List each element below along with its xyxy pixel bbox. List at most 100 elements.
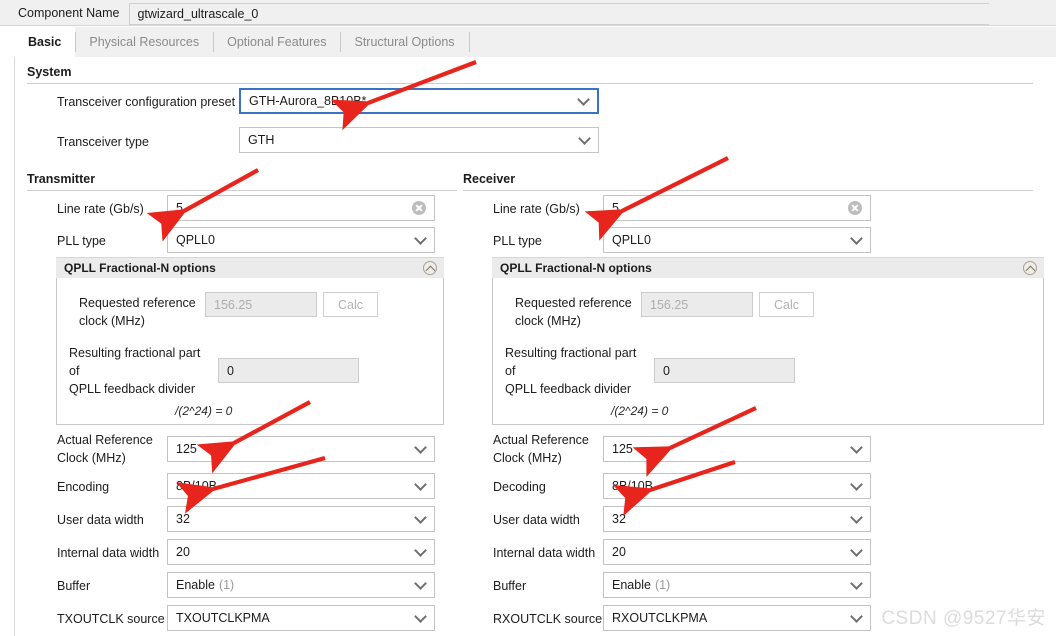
chevron-down-icon [850,544,863,557]
label-rx-frac-line3: QPLL feedback divider [505,382,632,396]
tx-encoding-combo[interactable]: 8B/10B [167,473,435,499]
rx-pll-type-value: QPLL0 [612,233,651,247]
section-header-receiver: Receiver [463,172,516,186]
rx-frac-part-input[interactable]: 0 [654,358,795,383]
label-rx-frac-line1: Resulting fractional part [505,346,637,360]
chevron-down-icon [414,232,427,245]
chevron-down-icon [414,511,427,524]
rx-buffer-value: Enable [612,578,651,592]
tx-pll-type-combo[interactable]: QPLL0 [167,227,435,253]
label-tx-actual-ref-clock-line2: Clock (MHz) [57,451,126,465]
component-name-bar: Component Name gtwizard_ultrascale_0 [0,0,1056,25]
tx-frac-part-input[interactable]: 0 [218,358,359,383]
tx-buffer-value: Enable [176,578,215,592]
label-transceiver-type: Transceiver type [57,135,149,149]
label-rx-pll-type: PLL type [493,234,542,248]
tx-qpll-panel-header: QPLL Fractional-N options [56,257,444,278]
label-rx-buffer: Buffer [493,579,527,593]
rx-qpll-fractional-n-panel: QPLL Fractional-N options Requested refe… [492,257,1044,425]
tx-user-data-width-combo[interactable]: 32 [167,506,435,532]
label-rx-requested-ref-clock-line2: clock (MHz) [515,314,581,328]
label-rx-decoding: Decoding [493,480,546,494]
rx-internal-data-width-combo[interactable]: 20 [603,539,871,565]
rx-user-data-width-value: 32 [612,512,626,526]
tab-basic[interactable]: Basic [14,27,76,57]
rx-qpll-panel-body: Requested reference clock (MHz) 156.25 C… [492,278,1044,425]
rx-requested-ref-clock-input[interactable]: 156.25 [641,292,753,317]
tx-requested-ref-clock-placeholder: 156.25 [214,297,253,312]
label-tx-buffer: Buffer [57,579,91,593]
rx-actual-ref-clock-combo[interactable]: 125 [603,436,871,462]
tx-line-rate-input[interactable]: 5 [167,195,435,221]
section-header-system: System [27,65,72,79]
tx-outclk-source-combo[interactable]: TXOUTCLKPMA [167,605,435,631]
section-rule-receiver [463,190,1033,191]
label-rx-requested-ref-clock-line1: Requested reference [515,296,632,310]
label-tx-pll-type: PLL type [57,234,106,248]
label-rx-line-rate: Line rate (Gb/s) [493,202,580,216]
basic-tab-content: System Transceiver configuration preset … [14,57,1056,636]
tx-internal-data-width-combo[interactable]: 20 [167,539,435,565]
chevron-down-icon [578,132,591,145]
label-transceiver-preset: Transceiver configuration preset [57,95,236,109]
chevron-down-icon [850,478,863,491]
component-name-input[interactable]: gtwizard_ultrascale_0 [129,2,990,25]
tab-strip: Basic Physical Resources Optional Featur… [14,27,1056,57]
chevron-down-icon [414,441,427,454]
label-rx-outclk-source: RXOUTCLK source [493,612,603,626]
rx-buffer-combo[interactable]: Enable (1) [603,572,871,598]
tx-frac-note: /(2^24) = 0 [175,404,233,418]
tx-actual-ref-clock-combo[interactable]: 125 [167,436,435,462]
chevron-down-icon [850,441,863,454]
chevron-down-icon [414,577,427,590]
rx-pll-type-combo[interactable]: QPLL0 [603,227,871,253]
chevron-down-icon [850,232,863,245]
tx-qpll-fractional-n-panel: QPLL Fractional-N options Requested refe… [56,257,444,425]
label-tx-encoding: Encoding [57,480,110,494]
section-rule-system [27,83,1033,84]
transceiver-preset-combo[interactable]: GTH-Aurora_8B10B* [239,88,599,114]
rx-decoding-combo[interactable]: 8B/10B [603,473,871,499]
chevron-down-icon [577,93,590,106]
rx-calc-button[interactable]: Calc [759,292,814,317]
tab-physical-resources[interactable]: Physical Resources [75,27,214,57]
label-tx-requested-ref-clock-line1: Requested reference [79,296,196,310]
tab-strip-filler [469,27,1056,57]
tx-frac-part-value: 0 [227,363,234,378]
clear-icon[interactable] [412,201,426,215]
label-tx-frac-line1: Resulting fractional part [69,346,201,360]
transceiver-type-combo[interactable]: GTH [239,127,599,153]
label-tx-outclk-source: TXOUTCLK source [57,612,165,626]
section-rule-transmitter [27,190,457,191]
tx-actual-ref-clock-value: 125 [176,442,197,456]
clear-icon[interactable] [848,201,862,215]
section-header-transmitter: Transmitter [27,172,96,186]
tx-requested-ref-clock-input[interactable]: 156.25 [205,292,317,317]
tab-optional-features[interactable]: Optional Features [213,27,341,57]
collapse-icon[interactable] [423,261,437,275]
component-name-label: Component Name [18,5,120,20]
rx-qpll-panel-header: QPLL Fractional-N options [492,257,1044,278]
rx-outclk-source-combo[interactable]: RXOUTCLKPMA [603,605,871,631]
tx-internal-data-width-value: 20 [176,545,190,559]
label-tx-actual-ref-clock-line1: Actual Reference [57,433,153,447]
transceiver-type-value: GTH [248,133,275,147]
rx-frac-note: /(2^24) = 0 [611,404,669,418]
tx-qpll-panel-body: Requested reference clock (MHz) 156.25 C… [56,278,444,425]
tx-buffer-combo[interactable]: Enable (1) [167,572,435,598]
label-tx-user-data-width: User data width [57,513,144,527]
label-rx-actual-ref-clock-line1: Actual Reference [493,433,589,447]
label-rx-frac-line2: of [505,364,516,378]
label-tx-requested-ref-clock-line2: clock (MHz) [79,314,145,328]
label-rx-internal-data-width: Internal data width [493,546,596,560]
rx-qpll-panel-title: QPLL Fractional-N options [500,261,652,275]
rx-line-rate-input[interactable]: 5 [603,195,871,221]
chevron-down-icon [414,544,427,557]
tx-buffer-value-suffix: (1) [218,578,235,592]
tab-structural-options[interactable]: Structural Options [340,27,469,57]
rx-user-data-width-combo[interactable]: 32 [603,506,871,532]
rx-actual-ref-clock-value: 125 [612,442,633,456]
tx-calc-button[interactable]: Calc [323,292,378,317]
tx-user-data-width-value: 32 [176,512,190,526]
collapse-icon[interactable] [1023,261,1037,275]
